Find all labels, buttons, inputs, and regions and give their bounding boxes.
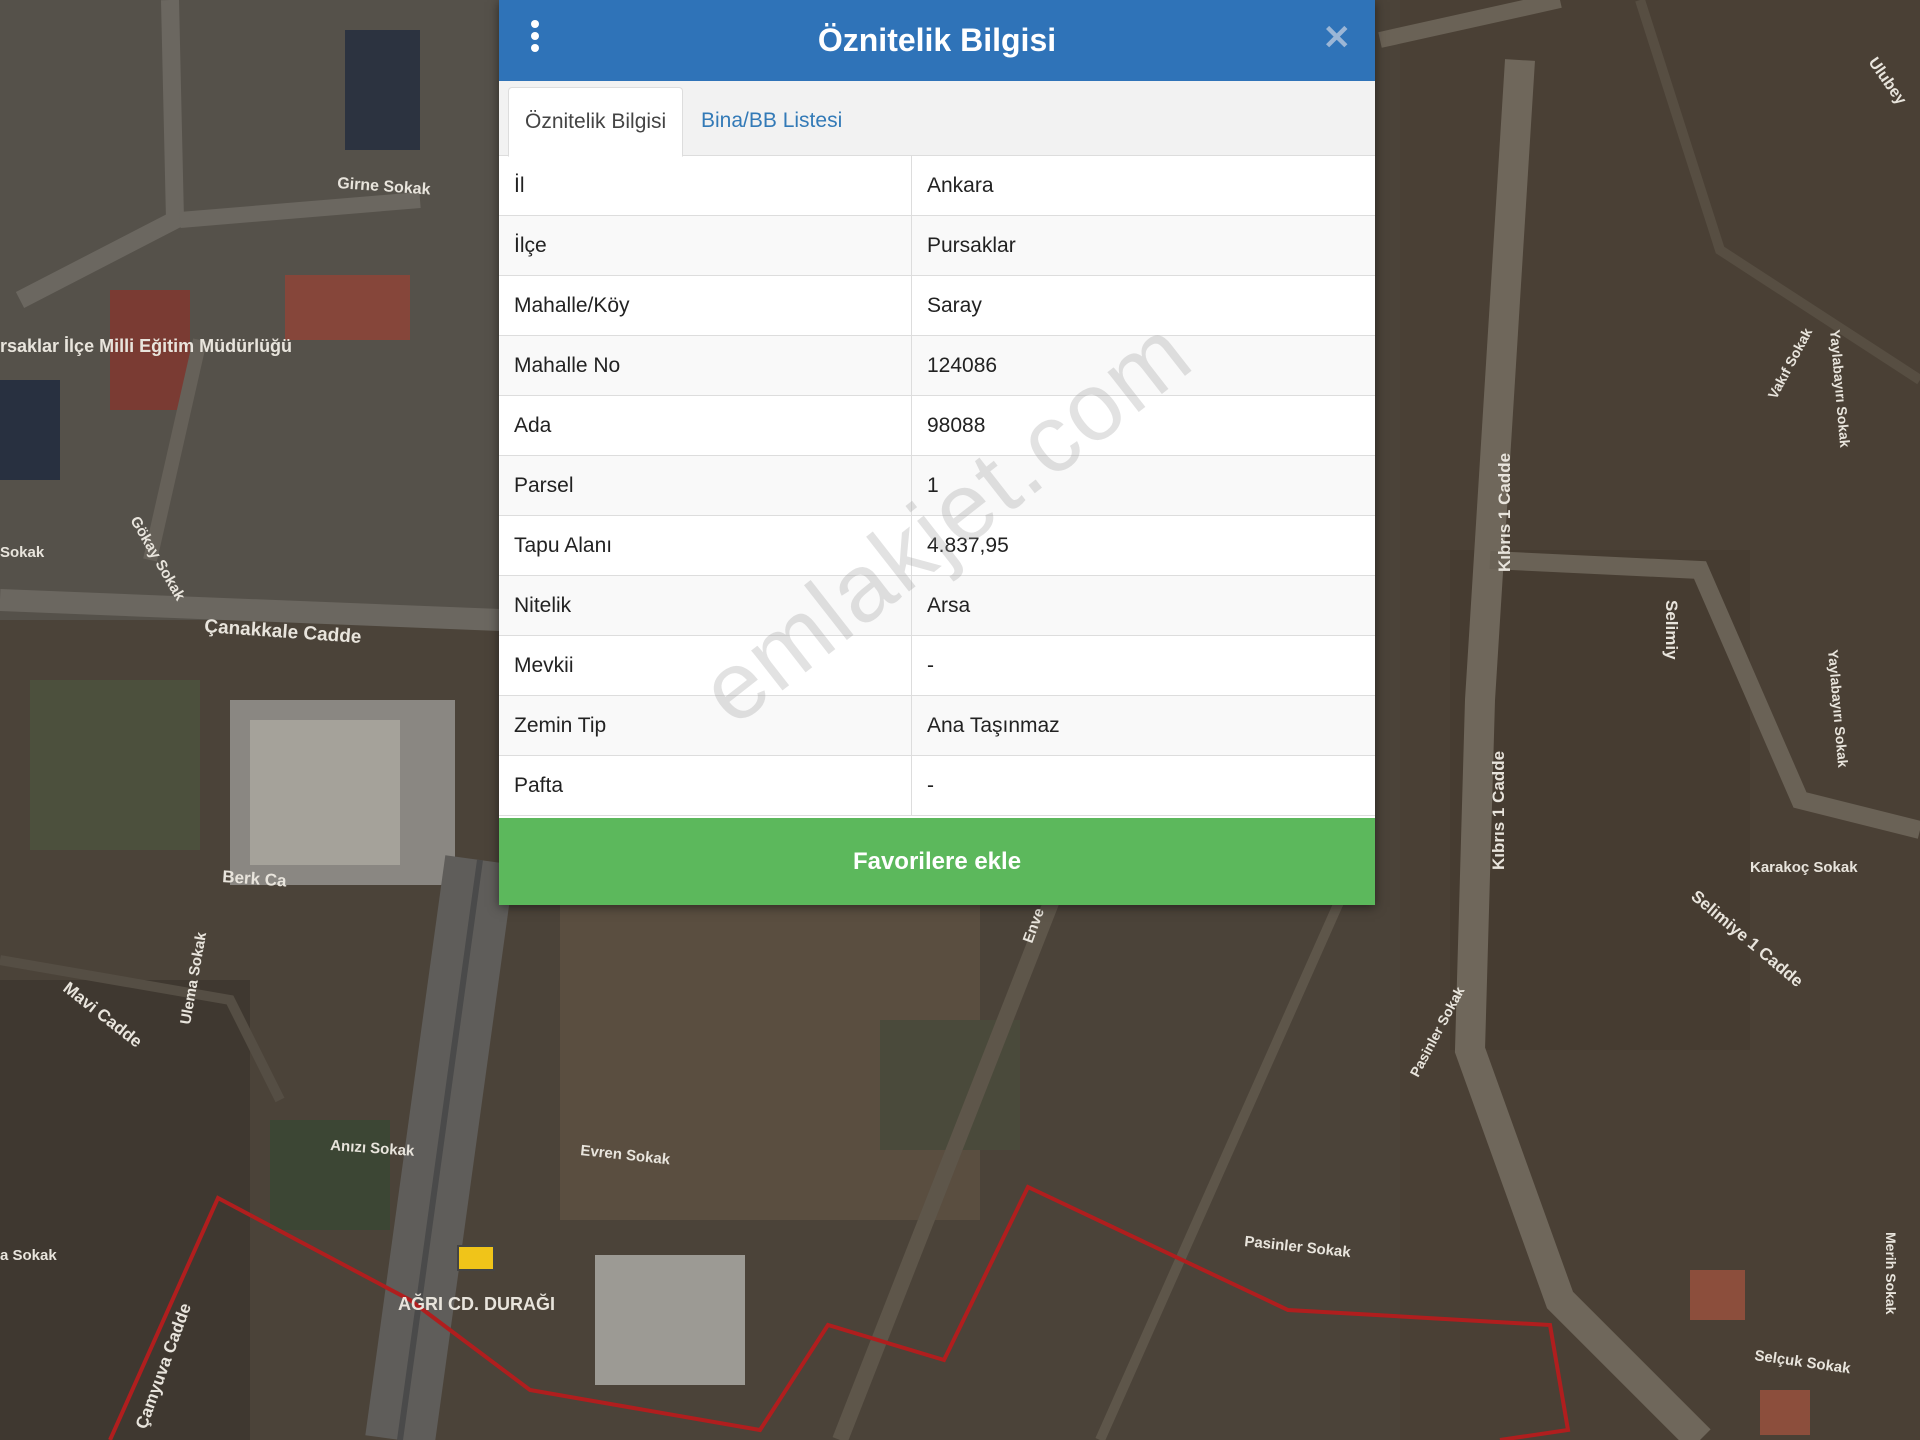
row-value: - [911, 635, 1375, 696]
row-value: 4.837,95 [911, 515, 1375, 576]
table-row: Zemin Tip Ana Taşınmaz [499, 695, 1375, 756]
close-icon[interactable]: ✕ [1323, 20, 1352, 56]
map-label: a Sokak [0, 1247, 57, 1264]
row-key: Ada [499, 395, 912, 456]
row-key: Pafta [499, 755, 912, 816]
row-key: Nitelik [499, 575, 912, 636]
row-value: Ana Taşınmaz [911, 695, 1375, 756]
row-key: Tapu Alanı [499, 515, 912, 576]
map-label: Karakoç Sokak [1750, 859, 1858, 876]
add-to-favorites-button[interactable]: Favorilere ekle [499, 818, 1375, 905]
panel-header: Öznitelik Bilgisi ✕ [499, 0, 1375, 81]
row-key: Mevkii [499, 635, 912, 696]
row-value: 124086 [911, 335, 1375, 396]
table-row: Mahalle No 124086 [499, 335, 1375, 396]
kebab-menu-icon[interactable] [529, 20, 541, 56]
row-key: Parsel [499, 455, 912, 516]
tab-bar: Öznitelik Bilgisi Bina/BB Listesi [499, 81, 1375, 157]
map-label: AĞRI CD. DURAĞI [398, 1293, 555, 1314]
table-row: Mahalle/Köy Saray [499, 275, 1375, 336]
table-row: İl Ankara [499, 156, 1375, 216]
row-value: Pursaklar [911, 215, 1375, 276]
row-value: 1 [911, 455, 1375, 516]
row-value: Ankara [911, 156, 1375, 216]
row-key: Mahalle No [499, 335, 912, 396]
row-value: Saray [911, 275, 1375, 336]
table-row: Nitelik Arsa [499, 575, 1375, 636]
table-row: Mevkii - [499, 635, 1375, 696]
attribute-info-panel: Öznitelik Bilgisi ✕ Öznitelik Bilgisi Bi… [499, 0, 1375, 905]
row-key: Zemin Tip [499, 695, 912, 756]
row-key: Mahalle/Köy [499, 275, 912, 336]
row-key: İl [499, 156, 912, 216]
map-label: Kıbrıs 1 Cadde [1489, 751, 1508, 870]
attribute-table: İl Ankara İlçe Pursaklar Mahalle/Köy Saray … [499, 156, 1375, 816]
panel-title: Öznitelik Bilgisi [817, 22, 1057, 58]
map-label: Selimiy [1662, 600, 1681, 660]
tab-attribute-info[interactable]: Öznitelik Bilgisi [508, 87, 684, 157]
table-row: Parsel 1 [499, 455, 1375, 516]
bus-stop-icon[interactable] [457, 1245, 495, 1271]
row-value: 98088 [911, 395, 1375, 456]
map-label: Sokak [0, 544, 45, 561]
table-row: Ada 98088 [499, 395, 1375, 456]
table-row: Tapu Alanı 4.837,95 [499, 515, 1375, 576]
row-value: Arsa [911, 575, 1375, 636]
table-row: İlçe Pursaklar [499, 215, 1375, 276]
map-label: Kıbrıs 1 Cadde [1495, 453, 1514, 572]
tab-building-list[interactable]: Bina/BB Listesi [685, 87, 858, 155]
row-value: - [911, 755, 1375, 816]
row-key: İlçe [499, 215, 912, 276]
map-label: Merih Sokak [1883, 1232, 1899, 1315]
table-row: Pafta - [499, 755, 1375, 816]
map-label: rsaklar İlçe Milli Eğitim Müdürlüğü [0, 336, 292, 356]
